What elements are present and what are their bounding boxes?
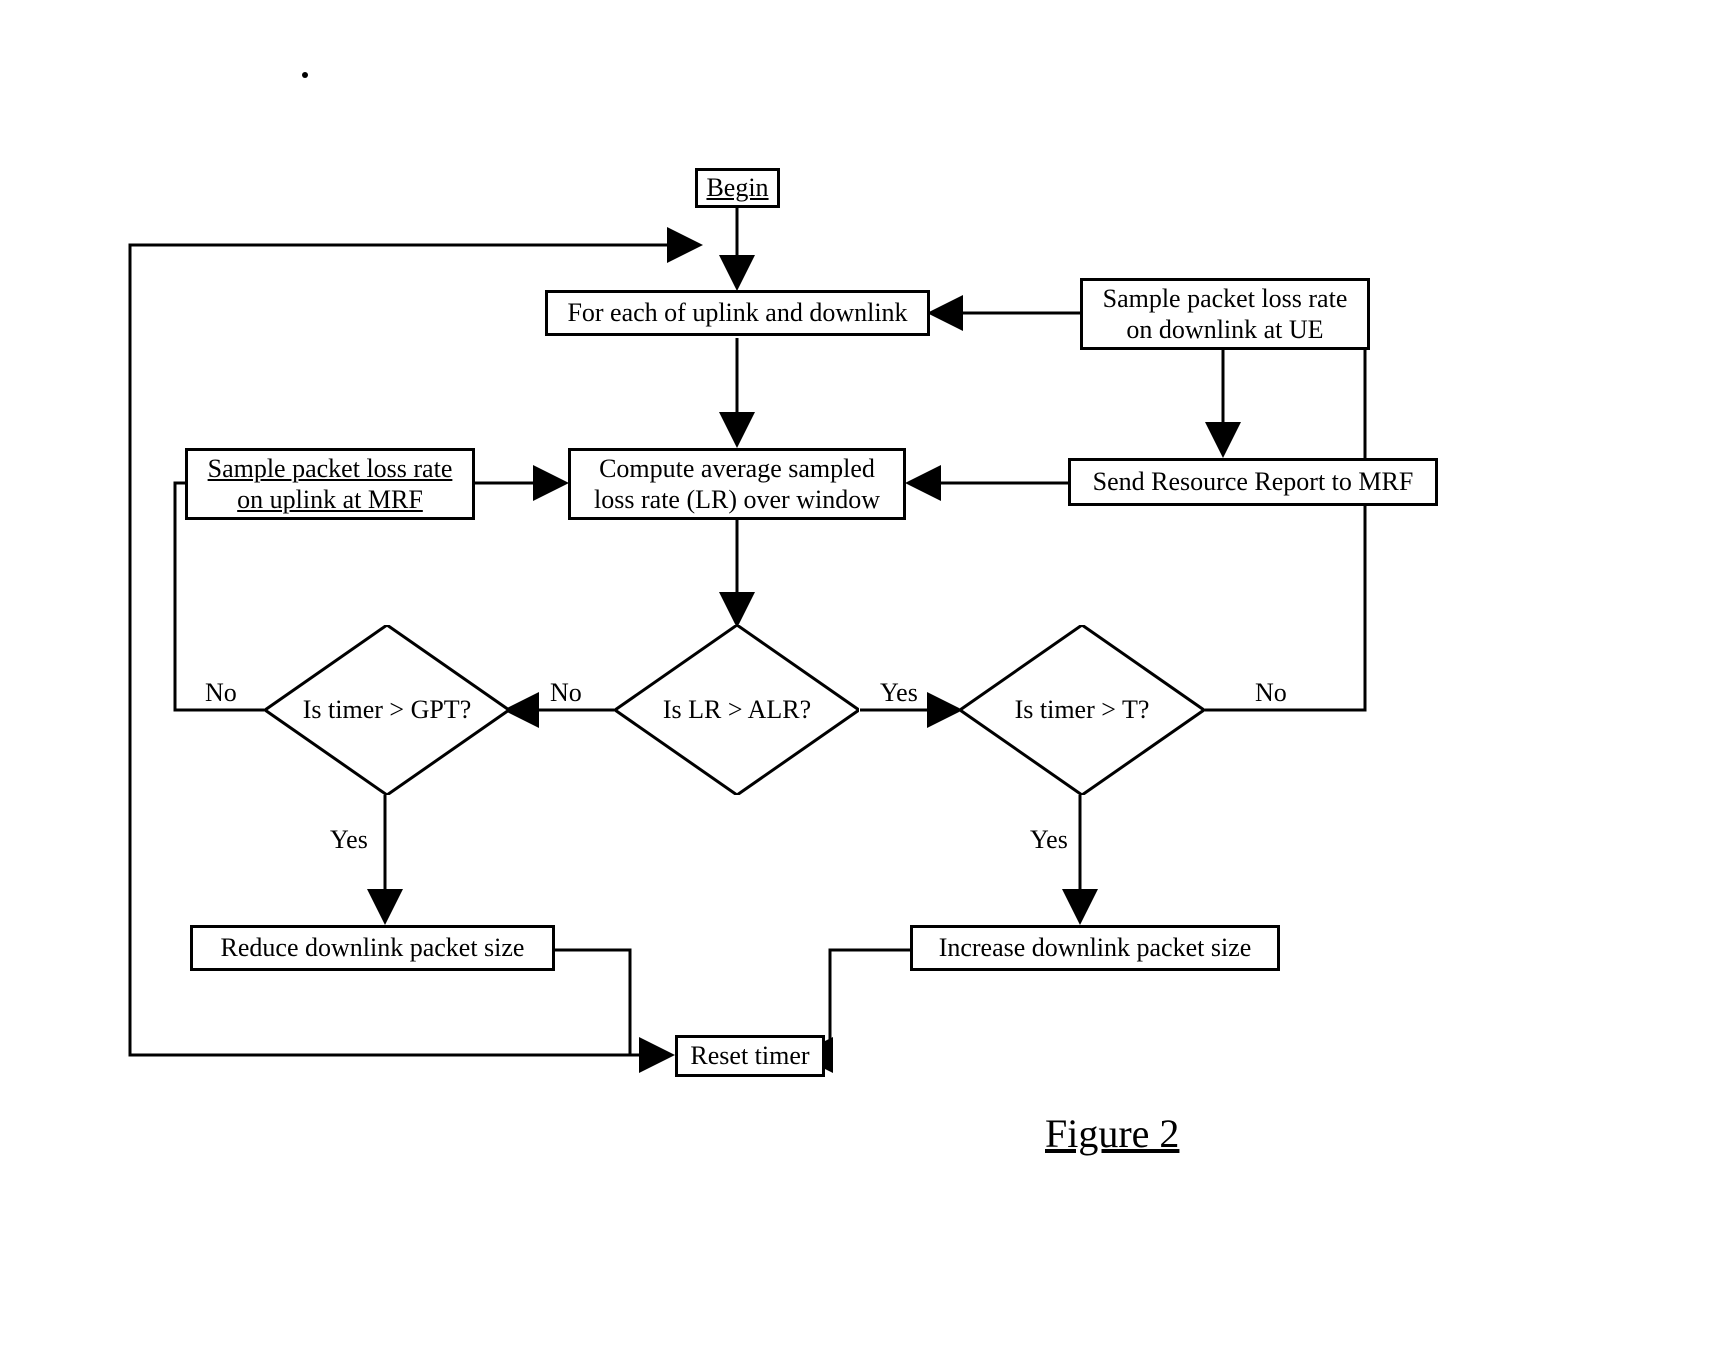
node-for-each-label: For each of uplink and downlink (567, 297, 907, 328)
decision-t-label: Is timer > T? (1015, 695, 1150, 725)
node-sample-dl-ue: Sample packet loss rate on downlink at U… (1080, 278, 1370, 350)
flowchart-canvas: Begin For each of uplink and downlink Sa… (0, 0, 1712, 1367)
node-sample-ul-mrf: Sample packet loss rate on uplink at MRF (185, 448, 475, 520)
decision-gpt: Is timer > GPT? (265, 625, 509, 795)
node-begin-label: Begin (706, 172, 768, 203)
node-increase-label: Increase downlink packet size (939, 932, 1252, 963)
decision-gpt-label: Is timer > GPT? (303, 695, 471, 725)
node-sample-ul-mrf-label: Sample packet loss rate on uplink at MRF (198, 453, 462, 515)
node-reset-label: Reset timer (690, 1040, 809, 1071)
edge-label-no-gpt: No (205, 678, 237, 708)
node-sample-dl-ue-label: Sample packet loss rate on downlink at U… (1093, 283, 1357, 345)
decision-t: Is timer > T? (960, 625, 1204, 795)
node-compute-avg-label: Compute average sampled loss rate (LR) o… (581, 453, 893, 515)
node-begin: Begin (695, 168, 780, 208)
node-for-each: For each of uplink and downlink (545, 290, 930, 336)
node-increase: Increase downlink packet size (910, 925, 1280, 971)
node-reduce-label: Reduce downlink packet size (221, 932, 525, 963)
edge-label-yes-alr: Yes (880, 678, 918, 708)
artifact-dot (302, 72, 308, 78)
edge-label-no-alr: No (550, 678, 582, 708)
node-compute-avg: Compute average sampled loss rate (LR) o… (568, 448, 906, 520)
edge-label-yes-gpt: Yes (330, 825, 368, 855)
node-send-report: Send Resource Report to MRF (1068, 458, 1438, 506)
edge-label-no-t: No (1255, 678, 1287, 708)
figure-caption: Figure 2 (1045, 1110, 1179, 1157)
decision-alr-label: Is LR > ALR? (663, 695, 811, 725)
node-reset: Reset timer (675, 1035, 825, 1077)
decision-alr: Is LR > ALR? (615, 625, 859, 795)
node-reduce: Reduce downlink packet size (190, 925, 555, 971)
node-send-report-label: Send Resource Report to MRF (1093, 466, 1414, 497)
edge-label-yes-t: Yes (1030, 825, 1068, 855)
